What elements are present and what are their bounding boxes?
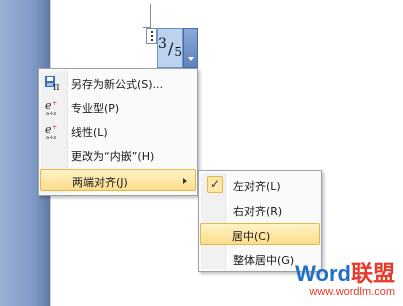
handle-dot	[150, 39, 153, 41]
equation-slash: /	[167, 38, 174, 58]
menu-item-label: 线性(L)	[71, 126, 108, 139]
handle-dot	[150, 31, 153, 33]
submenu-item-label: 整体居中(G)	[233, 254, 295, 267]
equation-denominator: 5	[174, 45, 182, 59]
submenu-item-center[interactable]: 居中(C)	[200, 223, 320, 245]
menu-item-linear[interactable]: e + a+x 线性(L)	[41, 120, 195, 142]
equation-move-handle[interactable]	[146, 28, 157, 44]
submenu-item-label: 左对齐(L)	[233, 180, 281, 193]
equation-context-menu: π 另存为新公式(S)... e + a+x 专业型(P) e + a+x 线性…	[38, 68, 198, 196]
svg-text:π: π	[53, 82, 60, 91]
menu-item-change-to-inline[interactable]: 更改为“内嵌”(H)	[41, 144, 195, 166]
menu-item-save-as-new-equation[interactable]: π 另存为新公式(S)...	[41, 72, 195, 94]
equation-numerator: 3	[158, 36, 167, 52]
svg-text:a+x: a+x	[46, 135, 56, 140]
menu-item-label: 两端对齐(J)	[72, 176, 128, 189]
site-watermark: Word联盟 www.wordlm.com	[295, 263, 395, 299]
justification-submenu: ✓ 左对齐(L) 右对齐(R) 居中(C) 整体居中(G)	[198, 170, 322, 272]
dropdown-arrow-icon	[187, 57, 194, 61]
checkmark-icon: ✓	[207, 176, 223, 193]
watermark-logo: Word联盟	[295, 263, 395, 285]
submenu-item-align-left[interactable]: ✓ 左对齐(L)	[201, 174, 319, 196]
submenu-item-align-right[interactable]: 右对齐(R)	[201, 199, 319, 221]
menu-item-label: 专业型(P)	[71, 102, 120, 115]
menu-item-justification[interactable]: 两端对齐(J)	[40, 169, 196, 191]
equation-box[interactable]: 3 / 5	[157, 28, 183, 68]
submenu-item-label: 右对齐(R)	[233, 205, 283, 218]
watermark-brand-word: Word	[295, 261, 351, 286]
save-as-new-equation-icon: π	[42, 74, 64, 92]
menu-item-professional[interactable]: e + a+x 专业型(P)	[41, 96, 195, 118]
linear-equation-icon: e + a+x	[42, 122, 64, 140]
svg-text:+: +	[52, 124, 57, 131]
menu-item-label: 另存为新公式(S)...	[71, 78, 164, 91]
submenu-arrow-icon	[183, 178, 187, 184]
menu-item-label: 更改为“内嵌”(H)	[71, 150, 155, 163]
svg-text:+: +	[52, 100, 57, 107]
watermark-url: www.wordlm.com	[309, 286, 395, 298]
equation-options-dropdown-button[interactable]	[183, 28, 198, 68]
professional-equation-icon: e + a+x	[42, 98, 64, 116]
svg-text:a+x: a+x	[46, 111, 56, 116]
handle-dot	[150, 35, 153, 37]
watermark-brand-cn: 联盟	[350, 261, 395, 286]
submenu-item-label: 居中(C)	[232, 230, 271, 243]
